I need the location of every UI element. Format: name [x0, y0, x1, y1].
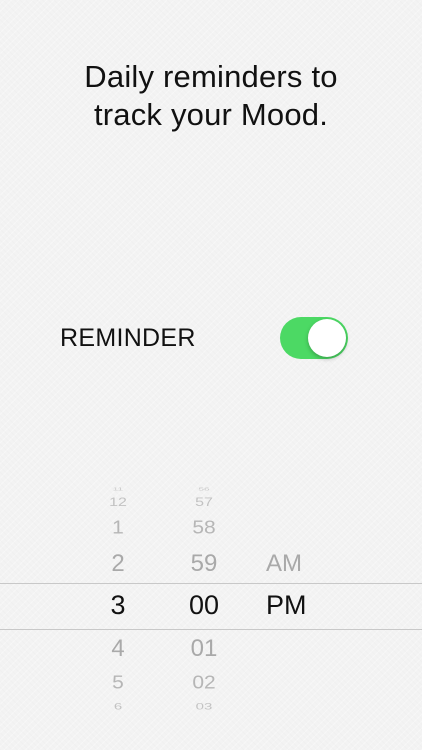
hour-option[interactable]: 1: [88, 517, 148, 539]
minute-option[interactable]: 03: [172, 701, 236, 712]
minute-option[interactable]: 02: [172, 672, 236, 694]
reminder-toggle[interactable]: [280, 317, 348, 359]
minute-option[interactable]: 57: [172, 497, 236, 510]
hour-option[interactable]: 12: [88, 497, 148, 510]
time-picker[interactable]: 11 12 1 2 3 4 5 6 56 57 58 59 00 01 02 0…: [0, 484, 422, 722]
minute-option[interactable]: 58: [172, 517, 236, 539]
minute-wheel[interactable]: 56 57 58 59 00 01 02 03: [172, 484, 236, 722]
period-wheel[interactable]: AM PM: [252, 484, 322, 722]
hour-option[interactable]: 2: [88, 550, 148, 578]
minute-option[interactable]: 56: [172, 487, 236, 492]
minute-option-selected[interactable]: 00: [172, 590, 236, 621]
period-option-selected[interactable]: PM: [252, 590, 322, 621]
hour-option[interactable]: 11: [88, 487, 148, 492]
title-line-1: Daily reminders to: [84, 59, 338, 94]
hour-option[interactable]: 5: [88, 672, 148, 694]
page-title: Daily reminders to track your Mood.: [0, 58, 422, 134]
minute-option[interactable]: 01: [172, 635, 236, 663]
reminder-row: REMINDER: [60, 315, 348, 361]
hour-wheel[interactable]: 11 12 1 2 3 4 5 6: [88, 484, 148, 722]
reminder-label: REMINDER: [60, 323, 196, 352]
toggle-knob[interactable]: [308, 319, 346, 357]
period-option[interactable]: AM: [252, 550, 322, 578]
minute-option[interactable]: 59: [172, 550, 236, 578]
hour-option[interactable]: 6: [88, 701, 148, 712]
title-line-2: track your Mood.: [93, 97, 329, 132]
hour-option[interactable]: 4: [88, 635, 148, 663]
hour-option-selected[interactable]: 3: [88, 590, 148, 621]
